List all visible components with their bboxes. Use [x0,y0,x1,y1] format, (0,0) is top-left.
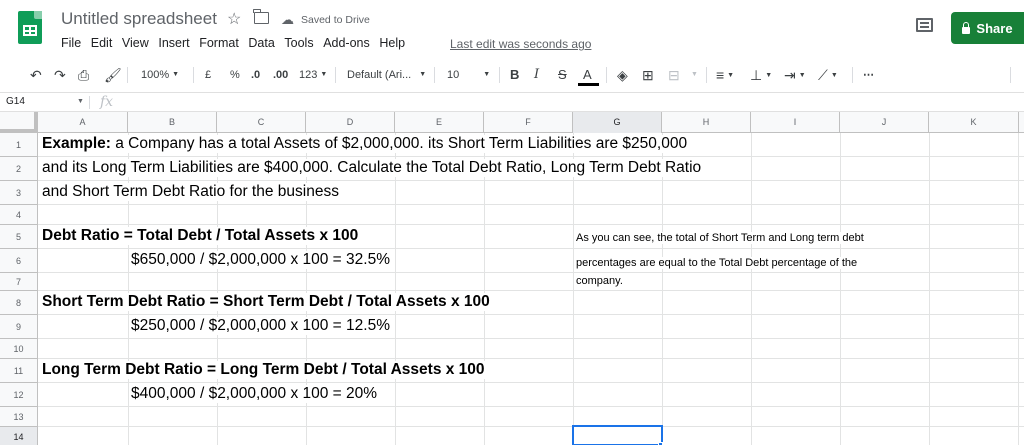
cell-a2: and its Long Term Liabilities are $400,0… [42,159,705,177]
menu-help[interactable]: Help [379,36,405,50]
decrease-decimal-button[interactable]: .0 [251,66,260,84]
cell-a3: and Short Term Debt Ratio for the busine… [42,183,342,201]
more-toolbar-button[interactable]: ⋯ [863,66,874,84]
move-folder-icon[interactable] [253,9,269,24]
row-header-7[interactable]: 7 [0,273,38,291]
column-header-d[interactable]: D [306,112,395,133]
text-wrap-icon[interactable]: ⇥ ▼ [784,66,806,84]
column-header-a[interactable]: A [38,112,128,133]
row-header-1[interactable]: 1 [0,133,38,157]
row-header-10[interactable]: 10 [0,339,38,359]
format-percent-button[interactable]: % [230,66,240,84]
text-rotation-icon[interactable]: ⟋ ▼ [818,66,838,84]
row-header-13[interactable]: 13 [0,407,38,427]
italic-button[interactable]: I [534,66,539,84]
document-title[interactable]: Untitled spreadsheet [61,9,217,29]
borders-icon[interactable]: ⊞ [642,66,654,84]
row-header-3[interactable]: 3 [0,181,38,205]
format-currency-button[interactable]: £ [205,66,211,84]
undo-icon[interactable]: ↶ [30,66,42,84]
font-select[interactable]: Default (Ari... ▼ [347,66,426,84]
merge-cells-icon[interactable]: ⊟ [668,66,680,84]
cell-g6: percentages are equal to the Total Debt … [576,257,861,269]
column-header-j[interactable]: J [840,112,929,133]
row-header-12[interactable]: 12 [0,383,38,407]
fill-color-icon[interactable]: ◈ [617,66,628,84]
cell-g5: As you can see, the total of Short Term … [576,232,867,244]
menu-format[interactable]: Format [199,36,239,50]
menu-data[interactable]: Data [248,36,274,50]
row-header-8[interactable]: 8 [0,291,38,315]
saved-status: Saved to Drive [301,14,370,26]
cell-b9: $250,000 / $2,000,000 x 100 = 12.5% [131,317,393,335]
cell-area[interactable]: Example: a Company has a total Assets of… [38,133,1024,445]
select-all-corner[interactable] [0,112,38,133]
sheets-logo-icon[interactable] [18,11,42,44]
print-icon[interactable]: ⎙ [78,66,89,84]
increase-decimal-button[interactable]: .00 [273,66,288,84]
selected-cell-g14[interactable] [572,425,663,445]
column-header-f[interactable]: F [484,112,573,133]
cell-a8: Short Term Debt Ratio = Short Term Debt … [42,293,493,311]
column-header-e[interactable]: E [395,112,484,133]
sheet-grid: A B C D E F G H I J K 1 2 3 4 5 6 7 8 9 … [0,112,1024,445]
menu-file[interactable]: File [61,36,81,50]
cell-a11: Long Term Debt Ratio = Long Term Debt / … [42,361,488,379]
formula-bar: G14 ▼ fx [0,92,1024,112]
column-header-c[interactable]: C [217,112,306,133]
vertical-align-icon[interactable]: ⊥ ▼ [750,66,772,84]
comment-history-icon[interactable] [916,18,933,32]
name-box[interactable]: G14 [6,96,25,107]
strikethrough-button[interactable]: S [558,66,567,84]
share-button[interactable]: Share [951,12,1024,44]
menu-edit[interactable]: Edit [91,36,113,50]
name-box-caret-icon[interactable]: ▼ [77,98,84,105]
menu-bar: File Edit View Insert Format Data Tools … [61,36,415,50]
text-color-button[interactable]: A [583,66,592,84]
cell-b12: $400,000 / $2,000,000 x 100 = 20% [131,385,381,403]
column-header-g[interactable]: G [573,112,662,133]
column-headers: A B C D E F G H I J K [0,112,1024,133]
row-header-2[interactable]: 2 [0,157,38,181]
row-header-6[interactable]: 6 [0,249,38,273]
menu-tools[interactable]: Tools [284,36,313,50]
fx-icon: fx [100,94,114,110]
column-header-k[interactable]: K [929,112,1019,133]
row-header-5[interactable]: 5 [0,225,38,249]
cell-a1: Example: a Company has a total Assets of… [42,135,691,153]
paint-format-icon[interactable]: 🖌 [104,66,122,84]
zoom-select[interactable]: 100% ▼ [141,66,179,84]
cell-a5: Debt Ratio = Total Debt / Total Assets x… [42,227,362,245]
last-edit-link[interactable]: Last edit was seconds ago [450,37,591,51]
font-size-select[interactable]: 10 ▼ [447,66,490,84]
menu-insert[interactable]: Insert [158,36,189,50]
cell-g7: company. [576,275,626,287]
row-header-4[interactable]: 4 [0,205,38,225]
share-label: Share [976,20,1013,36]
cloud-icon: ☁ [281,12,294,27]
row-header-14[interactable]: 14 [0,427,38,445]
redo-icon[interactable]: ↷ [54,66,66,84]
column-header-h[interactable]: H [662,112,751,133]
horizontal-align-icon[interactable]: ≡ ▼ [716,66,734,84]
toolbar: ↶ ↷ ⎙ 🖌 100% ▼ £ % .0 .00 123 ▼ Default (A… [0,62,1024,88]
app-header: Untitled spreadsheet ☆ ☁ Saved to Drive … [0,0,1024,58]
row-header-11[interactable]: 11 [0,359,38,383]
lock-icon [962,21,971,34]
text-color-indicator [578,83,599,86]
bold-button[interactable]: B [510,66,519,84]
menu-view[interactable]: View [122,36,149,50]
column-header-b[interactable]: B [128,112,217,133]
cell-b6: $650,000 / $2,000,000 x 100 = 32.5% [131,251,393,269]
column-header-i[interactable]: I [751,112,840,133]
star-icon[interactable]: ☆ [227,9,241,29]
row-header-9[interactable]: 9 [0,315,38,339]
more-formats-select[interactable]: 123 ▼ [299,66,327,84]
menu-addons[interactable]: Add-ons [323,36,370,50]
